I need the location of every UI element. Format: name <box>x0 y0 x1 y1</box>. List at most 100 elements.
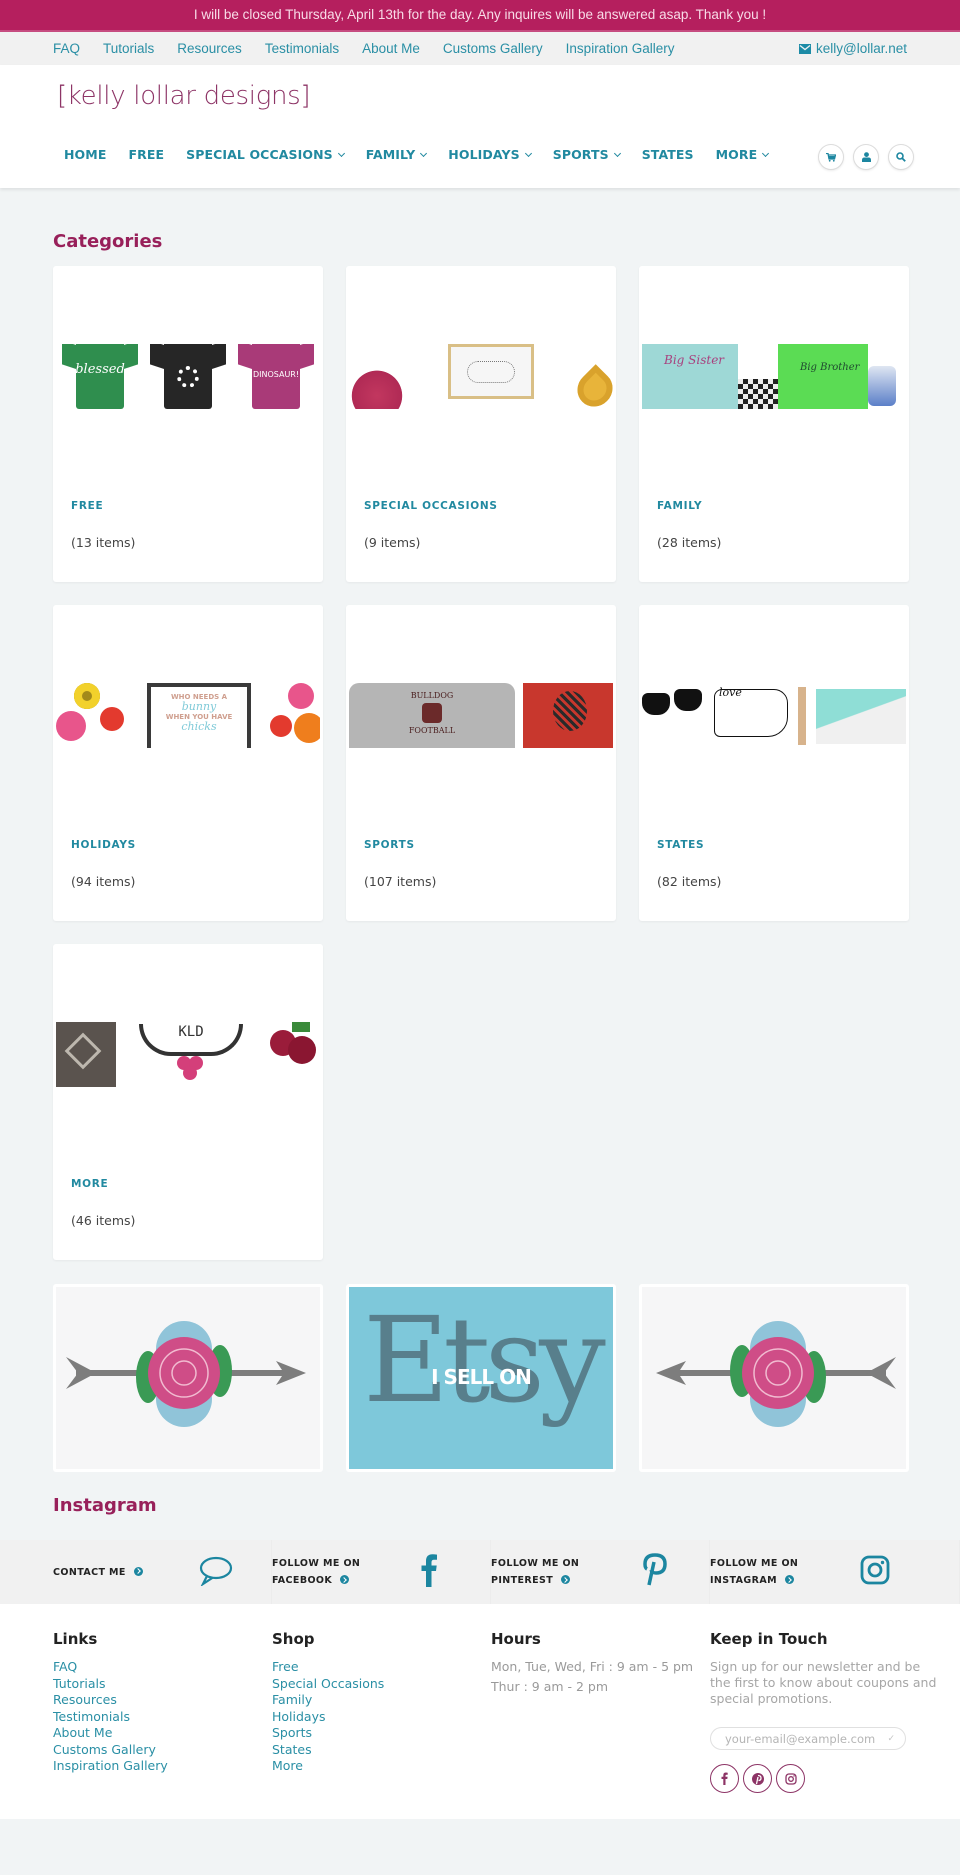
pinterest-icon <box>751 1772 764 1785</box>
category-card-sports[interactable]: BULLDOG FOOTBALL SPORTS (107 items) <box>346 605 616 921</box>
footer-newsletter-title: Keep in Touch <box>710 1630 828 1648</box>
footer-link-faq[interactable]: FAQ <box>53 1659 272 1676</box>
nav-home[interactable]: HOME <box>64 147 106 162</box>
floral-arrow-banner-right[interactable] <box>639 1284 909 1472</box>
green-tee-image: blessed <box>62 344 138 409</box>
nav-holidays[interactable]: HOLIDAYS <box>448 147 532 162</box>
category-image: love <box>642 683 906 748</box>
framed-print-image <box>448 344 534 399</box>
category-card-free[interactable]: blessed DINOSAUR! FREE (13 items) <box>53 266 323 582</box>
category-count: (94 items) <box>71 874 136 889</box>
category-card-special-occasions[interactable]: SPECIAL OCCASIONS (9 items) <box>346 266 616 582</box>
nav-states[interactable]: STATES <box>642 147 694 162</box>
floral-arrow-image <box>642 1287 906 1469</box>
contact-me-link[interactable]: CONTACT ME <box>0 1540 272 1604</box>
usa-map-image: love <box>714 686 788 737</box>
bunny-chicks-print-image: WHO NEEDS A bunny WHEN YOU HAVE chicks <box>147 683 251 748</box>
category-card-more[interactable]: KLD MORE (46 items) <box>53 944 323 1260</box>
footer-link-inspiration-gallery[interactable]: Inspiration Gallery <box>53 1758 272 1775</box>
top-link-tutorials[interactable]: Tutorials <box>103 41 154 56</box>
chevron-down-icon <box>524 149 532 157</box>
category-card-holidays[interactable]: WHO NEEDS A bunny WHEN YOU HAVE chicks H… <box>53 605 323 921</box>
category-card-family[interactable]: Big Sister Big Brother FAMILY (28 items) <box>639 266 909 582</box>
follow-instagram-label: FOLLOW ME ON INSTAGRAM <box>710 1558 799 1586</box>
top-link-customs-gallery[interactable]: Customs Gallery <box>443 41 543 56</box>
footer-shop-holidays[interactable]: Holidays <box>272 1709 491 1726</box>
footer-link-customs-gallery[interactable]: Customs Gallery <box>53 1742 272 1759</box>
category-card-states[interactable]: love STATES (82 items) <box>639 605 909 921</box>
floral-arrow-art <box>656 1321 896 1427</box>
top-link-inspiration-gallery[interactable]: Inspiration Gallery <box>566 41 675 56</box>
footer-shop-free[interactable]: Free <box>272 1659 491 1676</box>
footer-link-tutorials[interactable]: Tutorials <box>53 1676 272 1693</box>
category-image: WHO NEEDS A bunny WHEN YOU HAVE chicks <box>56 683 320 748</box>
etsy-banner[interactable]: Etsy I SELL ON <box>346 1284 616 1472</box>
envelope-image <box>816 689 906 744</box>
footer-link-resources[interactable]: Resources <box>53 1692 272 1709</box>
footer-shop-more[interactable]: More <box>272 1758 491 1775</box>
flowers-left-image <box>56 683 128 748</box>
top-links-bar: FAQ Tutorials Resources Testimonials Abo… <box>0 32 960 65</box>
newsletter-form: ✓ <box>710 1727 906 1750</box>
category-name: SPECIAL OCCASIONS <box>364 500 498 512</box>
big-sister-tee-image: Big Sister <box>642 344 738 409</box>
contact-email-link[interactable]: kelly@lollar.net <box>799 41 907 56</box>
nav-special-occasions[interactable]: SPECIAL OCCASIONS <box>186 147 345 162</box>
footer-link-about-me[interactable]: About Me <box>53 1725 272 1742</box>
checkmark-submit-icon[interactable]: ✓ <box>887 1734 895 1744</box>
newsletter-email-input[interactable] <box>725 1731 888 1746</box>
antler-monogram-image: KLD <box>131 1022 251 1087</box>
arrow-circle-right-icon <box>340 1575 350 1584</box>
floral-arrow-image <box>56 1287 320 1469</box>
follow-pinterest-label: FOLLOW ME ON PINTEREST <box>491 1558 580 1586</box>
follow-facebook-link[interactable]: FOLLOW ME ON FACEBOOK <box>272 1540 491 1604</box>
follow-pinterest-link[interactable]: FOLLOW ME ON PINTEREST <box>491 1540 710 1604</box>
instagram-title: Instagram <box>53 1495 157 1516</box>
footer-facebook-button[interactable] <box>710 1764 739 1793</box>
top-links: FAQ Tutorials Resources Testimonials Abo… <box>53 41 697 56</box>
category-count: (13 items) <box>71 535 136 550</box>
follow-instagram-link[interactable]: FOLLOW ME ON INSTAGRAM <box>710 1540 960 1604</box>
red-roses-image <box>266 1022 320 1072</box>
footer-instagram-button[interactable] <box>776 1764 805 1793</box>
footer-hours-title: Hours <box>491 1630 541 1648</box>
top-link-testimonials[interactable]: Testimonials <box>265 41 339 56</box>
footer-pinterest-button[interactable] <box>743 1764 772 1793</box>
footer-links-title: Links <box>53 1630 98 1648</box>
book-image <box>56 1022 116 1087</box>
site-logo[interactable]: [kelly lollar designs] <box>57 81 311 111</box>
categories-section: Categories blessed DINOSAUR! FREE (13 it… <box>0 231 960 1260</box>
nav-family[interactable]: FAMILY <box>366 147 428 162</box>
footer-shop-sports[interactable]: Sports <box>272 1725 491 1742</box>
header-icons <box>818 144 914 170</box>
nav-sports[interactable]: SPORTS <box>553 147 621 162</box>
footer-shop-states[interactable]: States <box>272 1742 491 1759</box>
category-count: (82 items) <box>657 874 722 889</box>
top-link-resources[interactable]: Resources <box>177 41 242 56</box>
arrow-circle-right-icon <box>133 1566 143 1576</box>
account-button[interactable] <box>853 144 879 170</box>
nav-free[interactable]: FREE <box>128 147 164 162</box>
follow-facebook-label: FOLLOW ME ON FACEBOOK <box>272 1558 361 1586</box>
main-nav: HOME FREE SPECIAL OCCASIONS FAMILY HOLID… <box>64 147 790 162</box>
floral-arrow-banner-left[interactable] <box>53 1284 323 1472</box>
nav-more[interactable]: MORE <box>716 147 770 162</box>
top-link-faq[interactable]: FAQ <box>53 41 80 56</box>
category-name: MORE <box>71 1178 109 1190</box>
cart-button[interactable] <box>818 144 844 170</box>
promo-banners: Etsy I SELL ON <box>0 1284 960 1472</box>
facebook-icon <box>721 1772 728 1785</box>
search-icon <box>896 152 906 162</box>
gold-heart-image <box>570 364 613 409</box>
category-image: KLD <box>56 1022 320 1087</box>
footer-shop-special-occasions[interactable]: Special Occasions <box>272 1676 491 1693</box>
nav-label: HOLIDAYS <box>448 147 520 162</box>
black-tee-image <box>150 344 226 409</box>
social-strip: CONTACT ME FOLLOW ME ON FACEBOOK FOLLOW … <box>0 1540 960 1604</box>
search-button[interactable] <box>888 144 914 170</box>
newsletter-description: Sign up for our newsletter and be the fi… <box>710 1659 937 1706</box>
footer-hours-column: Hours Mon, Tue, Wed, Fri : 9 am - 5 pm T… <box>491 1604 710 1819</box>
footer-shop-family[interactable]: Family <box>272 1692 491 1709</box>
footer-link-testimonials[interactable]: Testimonials <box>53 1709 272 1726</box>
top-link-about-me[interactable]: About Me <box>362 41 420 56</box>
